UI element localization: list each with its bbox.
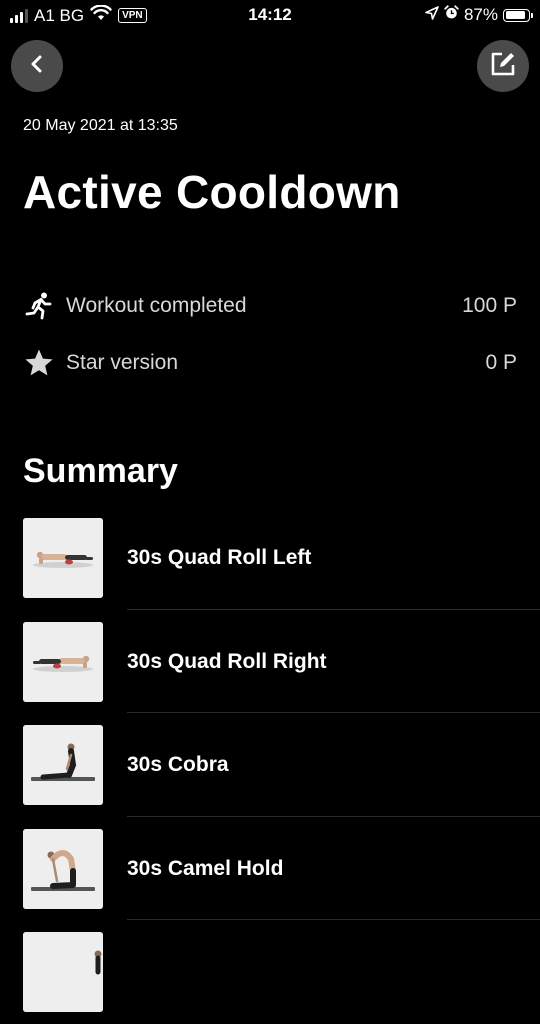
back-button[interactable] — [11, 40, 63, 92]
exercise-thumbnail-image — [23, 932, 103, 1012]
exercise-thumbnail-image — [23, 518, 103, 598]
exercise-name: 30s Quad Roll Left — [127, 546, 312, 569]
summary-heading: Summary — [23, 452, 178, 490]
edit-pencil-icon — [490, 51, 516, 82]
status-right: 87% — [425, 5, 533, 25]
edit-button[interactable] — [477, 40, 529, 92]
points-label: Workout completed — [66, 294, 247, 317]
exercise-thumbnail-image — [23, 621, 103, 702]
points-value: 0 P — [485, 351, 517, 374]
workout-date: 20 May 2021 at 13:35 — [23, 117, 178, 134]
location-arrow-icon — [425, 5, 439, 25]
points-row-star-version: Star version 0 P — [23, 343, 517, 383]
status-bar: A1 BG VPN 14:12 87% — [0, 0, 540, 30]
exercise-thumbnail-image — [23, 828, 103, 909]
exercise-item-quad-roll-left[interactable]: 30s Quad Roll Left — [0, 506, 540, 610]
points-value: 100 P — [462, 294, 517, 317]
exercise-name: 30s Quad Roll Right — [127, 649, 327, 673]
points-label: Star version — [66, 351, 179, 374]
exercise-thumbnail-image — [23, 725, 103, 805]
exercise-item-camel-hold[interactable]: 30s Camel Hold — [0, 817, 540, 920]
running-person-icon — [23, 290, 55, 322]
exercise-list: 30s Quad Roll Left 30s Quad Roll Right 3… — [0, 506, 540, 1024]
chevron-left-icon — [26, 53, 48, 80]
exercise-item-cobra[interactable]: 30s Cobra — [0, 713, 540, 817]
exercise-name: 30s Cobra — [127, 753, 229, 776]
exercise-item-quad-roll-right[interactable]: 30s Quad Roll Right — [0, 610, 540, 713]
exercise-item-partial[interactable] — [0, 920, 540, 1024]
star-icon — [23, 347, 55, 379]
exercise-name: 30s Camel Hold — [127, 856, 284, 880]
battery-level-fill — [505, 11, 525, 19]
page-title: Active Cooldown — [23, 166, 401, 218]
battery-icon — [503, 8, 533, 22]
alarm-clock-icon — [444, 5, 459, 25]
points-row-workout-completed: Workout completed 100 P — [23, 286, 517, 326]
battery-percentage: 87% — [463, 5, 498, 24]
